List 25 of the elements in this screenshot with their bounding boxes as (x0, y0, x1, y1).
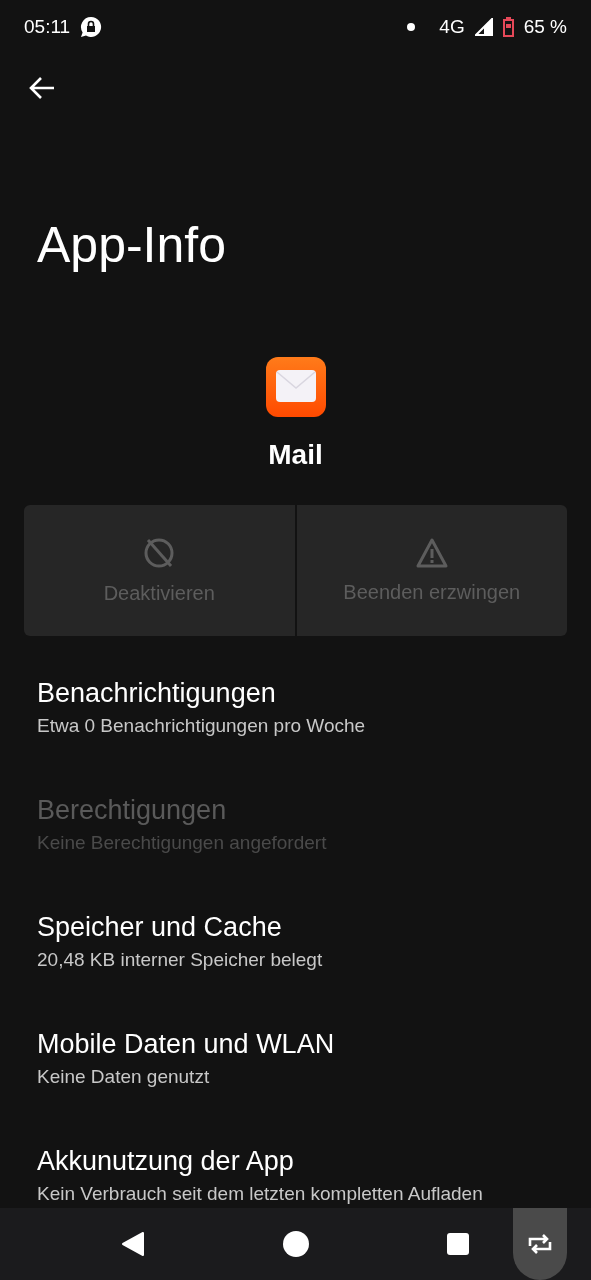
setting-summary: Etwa 0 Benachrichtigungen pro Woche (37, 715, 367, 737)
warning-icon (414, 537, 449, 569)
setting-summary: 20,48 KB interner Speicher belegt (37, 949, 324, 971)
page-title: App-Info (37, 216, 227, 275)
chat-lock-icon (80, 16, 103, 38)
rotate-icon (527, 1234, 553, 1254)
setting-title[interactable]: Mobile Daten und WLAN (37, 1029, 554, 1060)
signal-icon (474, 18, 493, 36)
battery-percent: 65 % (523, 16, 567, 38)
setting-summary: Kein Verbrauch seit dem letzten kompletten Aufladen (37, 1183, 484, 1205)
home-button[interactable] (282, 1231, 309, 1257)
network-type: 4G (439, 16, 465, 38)
back-nav-button[interactable] (120, 1231, 145, 1257)
dot-icon (407, 23, 416, 31)
back-arrow-icon (28, 76, 56, 100)
app-name: Mail (268, 439, 323, 471)
setting-summary: Keine Daten genutzt (37, 1066, 211, 1088)
setting-summary: Keine Berechtigungen angefordert (37, 832, 328, 854)
setting-title[interactable]: Speicher und Cache (37, 912, 554, 943)
mail-app-icon (265, 357, 326, 417)
setting-title[interactable]: Benachrichtigungen (37, 678, 554, 709)
setting-title[interactable]: Akkunutzung der App (37, 1146, 554, 1177)
clock: 05:11 (24, 16, 71, 38)
battery-icon (502, 17, 514, 37)
rotate-button[interactable] (513, 1208, 567, 1280)
